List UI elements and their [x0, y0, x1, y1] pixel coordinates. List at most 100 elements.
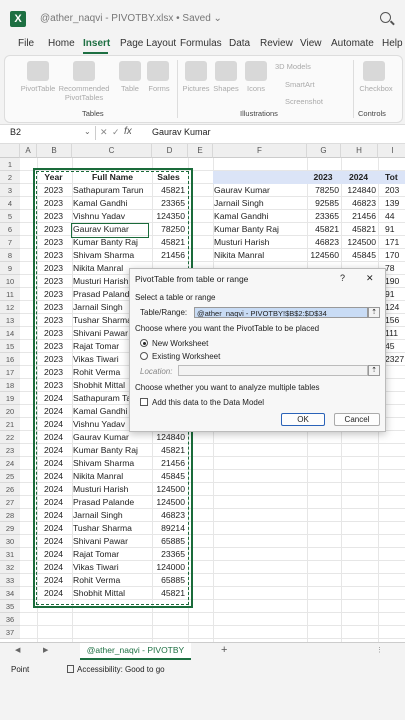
pivot-row-2024[interactable]: 45845	[341, 249, 378, 262]
add-sheet-button[interactable]: +	[221, 644, 227, 656]
ok-button[interactable]: OK	[281, 413, 325, 426]
menu-insert[interactable]: Insert	[83, 38, 110, 49]
row-header[interactable]: 37	[0, 626, 20, 639]
row-header[interactable]: 8	[0, 249, 20, 262]
pivot-row-total[interactable]: 203	[379, 184, 405, 197]
row-header[interactable]: 1	[0, 158, 20, 171]
col-header-g[interactable]: G	[307, 144, 341, 158]
recommended-pivot-icon[interactable]	[73, 61, 95, 81]
row-header[interactable]: 9	[0, 262, 20, 275]
row-header[interactable]: 18	[0, 379, 20, 392]
menu-help[interactable]: Help	[382, 38, 403, 49]
row-header[interactable]: 32	[0, 561, 20, 574]
row-header[interactable]: 15	[0, 340, 20, 353]
row-header[interactable]: 22	[0, 431, 20, 444]
range-collapse-button[interactable]: ⇡	[368, 307, 380, 318]
sheet-tab-active[interactable]: @ather_naqvi - PIVOTBY	[80, 643, 191, 660]
pivot-row-2024[interactable]: 21456	[341, 210, 378, 223]
pivot-row-name[interactable]: Kumar Banty Raj	[213, 223, 307, 236]
row-header[interactable]: 20	[0, 405, 20, 418]
accessibility-status[interactable]: Accessibility: Good to go	[77, 665, 165, 674]
pivot-row-total[interactable]: 171	[379, 236, 405, 249]
pivot-row-total[interactable]: 139	[379, 197, 405, 210]
forms-label[interactable]: Forms	[142, 84, 176, 93]
enter-icon[interactable]: ✓	[112, 127, 120, 138]
icons-label[interactable]: Icons	[239, 84, 273, 93]
existing-worksheet-label[interactable]: Existing Worksheet	[152, 352, 220, 361]
row-header[interactable]: 13	[0, 314, 20, 327]
col-header-d[interactable]: D	[152, 144, 188, 158]
row-header[interactable]: 27	[0, 496, 20, 509]
pivot-row-2023[interactable]: 45821	[307, 223, 341, 236]
pivot-row-name[interactable]: Kamal Gandhi	[213, 210, 307, 223]
row-header[interactable]: 2	[0, 171, 20, 184]
row-header[interactable]: 17	[0, 366, 20, 379]
row-header[interactable]: 16	[0, 353, 20, 366]
icons-icon[interactable]	[245, 61, 267, 81]
pivot-row-2023[interactable]: 92585	[307, 197, 341, 210]
pivottable-icon[interactable]	[27, 61, 49, 81]
pivot-row-name[interactable]: Nikita Manral	[213, 249, 307, 262]
row-header[interactable]: 25	[0, 470, 20, 483]
pivot-row-total[interactable]: 170	[379, 249, 405, 262]
formula-input[interactable]: Gaurav Kumar	[152, 127, 211, 137]
row-header[interactable]: 7	[0, 236, 20, 249]
row-header[interactable]: 5	[0, 210, 20, 223]
table-icon[interactable]	[119, 61, 141, 81]
checkbox-icon[interactable]	[363, 61, 385, 81]
checkbox-label[interactable]: Checkbox	[353, 84, 399, 93]
shapes-label[interactable]: Shapes	[209, 84, 243, 93]
pivot-row-name[interactable]: Gaurav Kumar	[213, 184, 307, 197]
col-header-i[interactable]: I	[378, 144, 405, 158]
row-header[interactable]: 19	[0, 392, 20, 405]
pivot-row-2023[interactable]: 23365	[307, 210, 341, 223]
row-header[interactable]: 30	[0, 535, 20, 548]
row-header[interactable]: 6	[0, 223, 20, 236]
row-header[interactable]: 31	[0, 548, 20, 561]
insert-function-icon[interactable]: fx	[124, 126, 132, 137]
row-header[interactable]: 23	[0, 444, 20, 457]
close-icon[interactable]: ✕	[366, 273, 374, 284]
pivot-row-2024[interactable]: 45821	[341, 223, 378, 236]
screenshot-label[interactable]: Screenshot	[285, 97, 335, 106]
menu-file[interactable]: File	[18, 38, 34, 49]
pivot-row-2024[interactable]: 124840	[341, 184, 378, 197]
next-sheet-icon[interactable]: ▶	[43, 646, 48, 654]
smartart-label[interactable]: SmartArt	[285, 80, 335, 89]
pivot-row-2023[interactable]: 46823	[307, 236, 341, 249]
row-header[interactable]: 35	[0, 600, 20, 613]
active-cell[interactable]	[71, 223, 149, 238]
menu-page-layout[interactable]: Page Layout	[120, 38, 176, 49]
pivot-row-total[interactable]: 44	[379, 210, 405, 223]
sheet-scroll-dots[interactable]: ⋮	[376, 646, 383, 654]
row-header[interactable]: 29	[0, 522, 20, 535]
data-model-label[interactable]: Add this data to the Data Model	[152, 398, 264, 407]
col-header-f[interactable]: F	[213, 144, 307, 158]
new-worksheet-radio[interactable]	[140, 339, 148, 347]
row-header[interactable]: 34	[0, 587, 20, 600]
accessibility-icon[interactable]	[67, 665, 74, 673]
prev-sheet-icon[interactable]: ◀	[15, 646, 20, 654]
pivot-row-total[interactable]: 91	[379, 223, 405, 236]
row-header[interactable]: 14	[0, 327, 20, 340]
forms-icon[interactable]	[147, 61, 169, 81]
help-button[interactable]: ?	[340, 273, 345, 283]
row-header[interactable]: 11	[0, 288, 20, 301]
pictures-icon[interactable]	[185, 61, 207, 81]
row-header[interactable]: 3	[0, 184, 20, 197]
row-header[interactable]: 26	[0, 483, 20, 496]
pivot-row-2024[interactable]: 124500	[341, 236, 378, 249]
pivot-row-name[interactable]: Jarnail Singh	[213, 197, 307, 210]
row-header[interactable]: 21	[0, 418, 20, 431]
col-header-c[interactable]: C	[72, 144, 152, 158]
cancel-button[interactable]: Cancel	[334, 413, 380, 426]
row-header[interactable]: 12	[0, 301, 20, 314]
menu-review[interactable]: Review	[260, 38, 293, 49]
location-input[interactable]	[178, 365, 368, 376]
pivot-row-2024[interactable]: 46823	[341, 197, 378, 210]
col-header-a[interactable]: A	[20, 144, 37, 158]
menu-formulas[interactable]: Formulas	[180, 38, 222, 49]
row-header[interactable]: 10	[0, 275, 20, 288]
existing-worksheet-radio[interactable]	[140, 352, 148, 360]
pivot-row-name[interactable]: Musturi Harish	[213, 236, 307, 249]
